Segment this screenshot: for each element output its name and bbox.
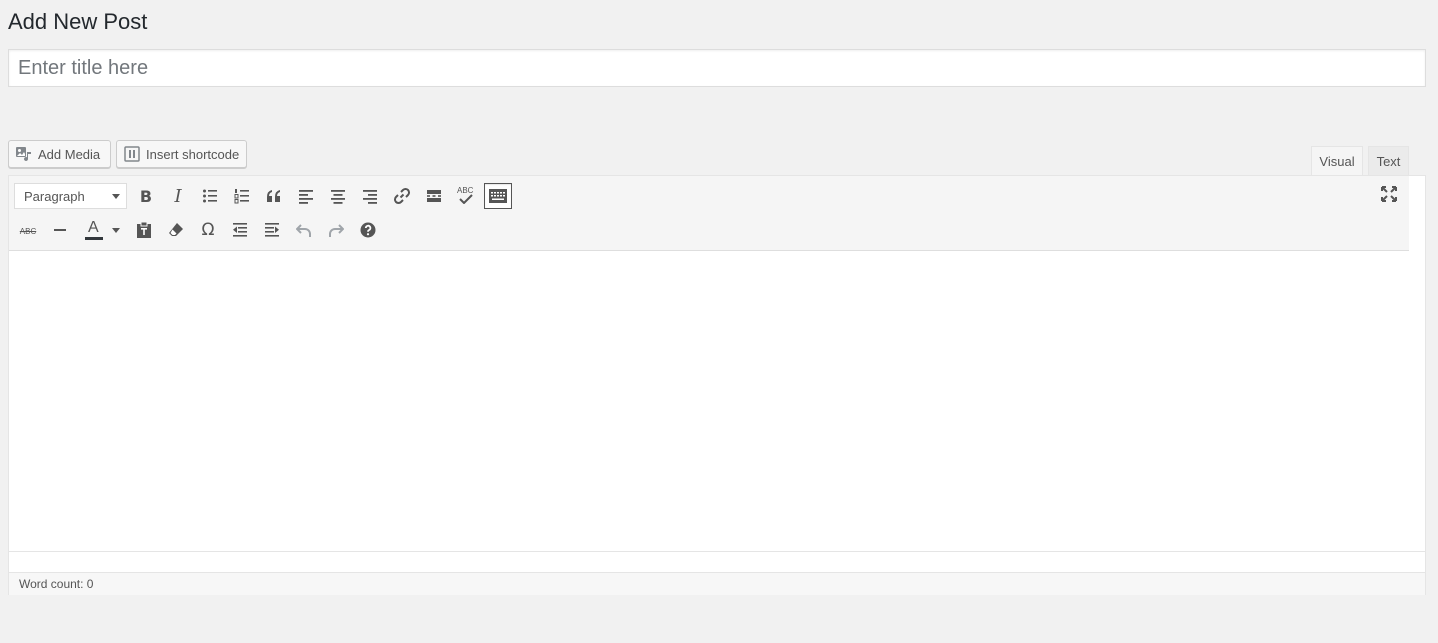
editor-toolbar: Paragraph B I ABC ABC A Ω bbox=[9, 176, 1409, 251]
link-icon bbox=[393, 187, 411, 205]
italic-button[interactable]: I bbox=[164, 183, 192, 209]
fullscreen-icon bbox=[1381, 186, 1397, 202]
status-bar: Word count: 0 bbox=[9, 572, 1425, 595]
clear-formatting-button[interactable] bbox=[162, 217, 190, 243]
toolbar-toggle-icon bbox=[489, 189, 507, 203]
insert-shortcode-label: Insert shortcode bbox=[146, 146, 240, 162]
numbered-list-button[interactable] bbox=[228, 183, 256, 209]
special-character-button[interactable]: Ω bbox=[194, 217, 222, 243]
help-icon bbox=[360, 222, 376, 238]
text-color-button[interactable]: A bbox=[78, 217, 122, 243]
toolbar-toggle-button[interactable] bbox=[484, 183, 512, 209]
bold-button[interactable]: B bbox=[132, 183, 160, 209]
outdent-icon bbox=[233, 223, 247, 237]
fullscreen-button[interactable] bbox=[1375, 181, 1403, 207]
bulleted-list-button[interactable] bbox=[196, 183, 224, 209]
spellcheck-icon: ABC bbox=[457, 186, 475, 205]
add-media-label: Add Media bbox=[38, 146, 101, 162]
insert-shortcode-button[interactable]: Insert shortcode bbox=[116, 140, 247, 168]
spellcheck-button[interactable]: ABC bbox=[452, 183, 480, 209]
horizontal-line-button[interactable] bbox=[46, 217, 74, 243]
align-right-icon bbox=[363, 190, 377, 204]
strikethrough-button[interactable]: ABC bbox=[14, 217, 42, 243]
redo-icon bbox=[329, 224, 344, 237]
editor-content-area[interactable] bbox=[9, 251, 1425, 551]
format-select[interactable]: Paragraph bbox=[14, 183, 127, 209]
paste-as-text-button[interactable] bbox=[130, 217, 158, 243]
link-button[interactable] bbox=[388, 183, 416, 209]
align-center-button[interactable] bbox=[324, 183, 352, 209]
strikethrough-glyph: ABC bbox=[19, 227, 37, 236]
numbered-list-icon bbox=[234, 189, 249, 204]
chevron-down-icon bbox=[112, 194, 120, 199]
tab-text-label: Text bbox=[1376, 153, 1401, 169]
align-left-icon bbox=[299, 190, 313, 204]
align-left-button[interactable] bbox=[292, 183, 320, 209]
align-center-icon bbox=[331, 190, 345, 204]
strikethrough-icon: ABC bbox=[20, 221, 36, 239]
shortcode-icon bbox=[123, 145, 141, 163]
align-right-button[interactable] bbox=[356, 183, 384, 209]
page-title: Add New Post bbox=[8, 9, 148, 34]
blockquote-button[interactable] bbox=[260, 183, 288, 209]
text-color-icon: A bbox=[82, 219, 104, 241]
italic-icon: I bbox=[174, 185, 182, 207]
format-select-value: Paragraph bbox=[24, 188, 85, 204]
undo-icon bbox=[296, 224, 311, 237]
editor-divider bbox=[9, 551, 1425, 552]
post-editor: Paragraph B I ABC ABC A Ω Word count: 0 bbox=[8, 175, 1426, 595]
redo-button[interactable] bbox=[322, 217, 350, 243]
special-character-icon: Ω bbox=[201, 220, 215, 240]
undo-button[interactable] bbox=[290, 217, 318, 243]
add-media-button[interactable]: Add Media bbox=[8, 140, 111, 168]
outdent-button[interactable] bbox=[226, 217, 254, 243]
tab-visual-label: Visual bbox=[1319, 154, 1355, 169]
blockquote-icon bbox=[267, 190, 280, 202]
tab-text[interactable]: Text bbox=[1368, 146, 1409, 175]
word-count: Word count: 0 bbox=[19, 577, 94, 591]
text-color-glyph: A bbox=[88, 219, 99, 236]
paste-as-text-icon bbox=[137, 221, 151, 238]
media-icon bbox=[15, 145, 33, 163]
read-more-button[interactable] bbox=[420, 183, 448, 209]
read-more-icon bbox=[427, 190, 441, 202]
clear-formatting-icon bbox=[169, 223, 183, 236]
bulleted-list-icon bbox=[203, 189, 217, 203]
title-field-wrapper bbox=[8, 49, 1426, 87]
post-title-input[interactable] bbox=[9, 50, 1425, 86]
text-color-caret-icon bbox=[112, 228, 120, 233]
indent-button[interactable] bbox=[258, 217, 286, 243]
indent-icon bbox=[265, 223, 279, 237]
bold-icon: B bbox=[139, 186, 153, 206]
horizontal-line-icon bbox=[54, 229, 66, 231]
tab-visual[interactable]: Visual bbox=[1311, 146, 1363, 176]
help-button[interactable] bbox=[354, 217, 382, 243]
